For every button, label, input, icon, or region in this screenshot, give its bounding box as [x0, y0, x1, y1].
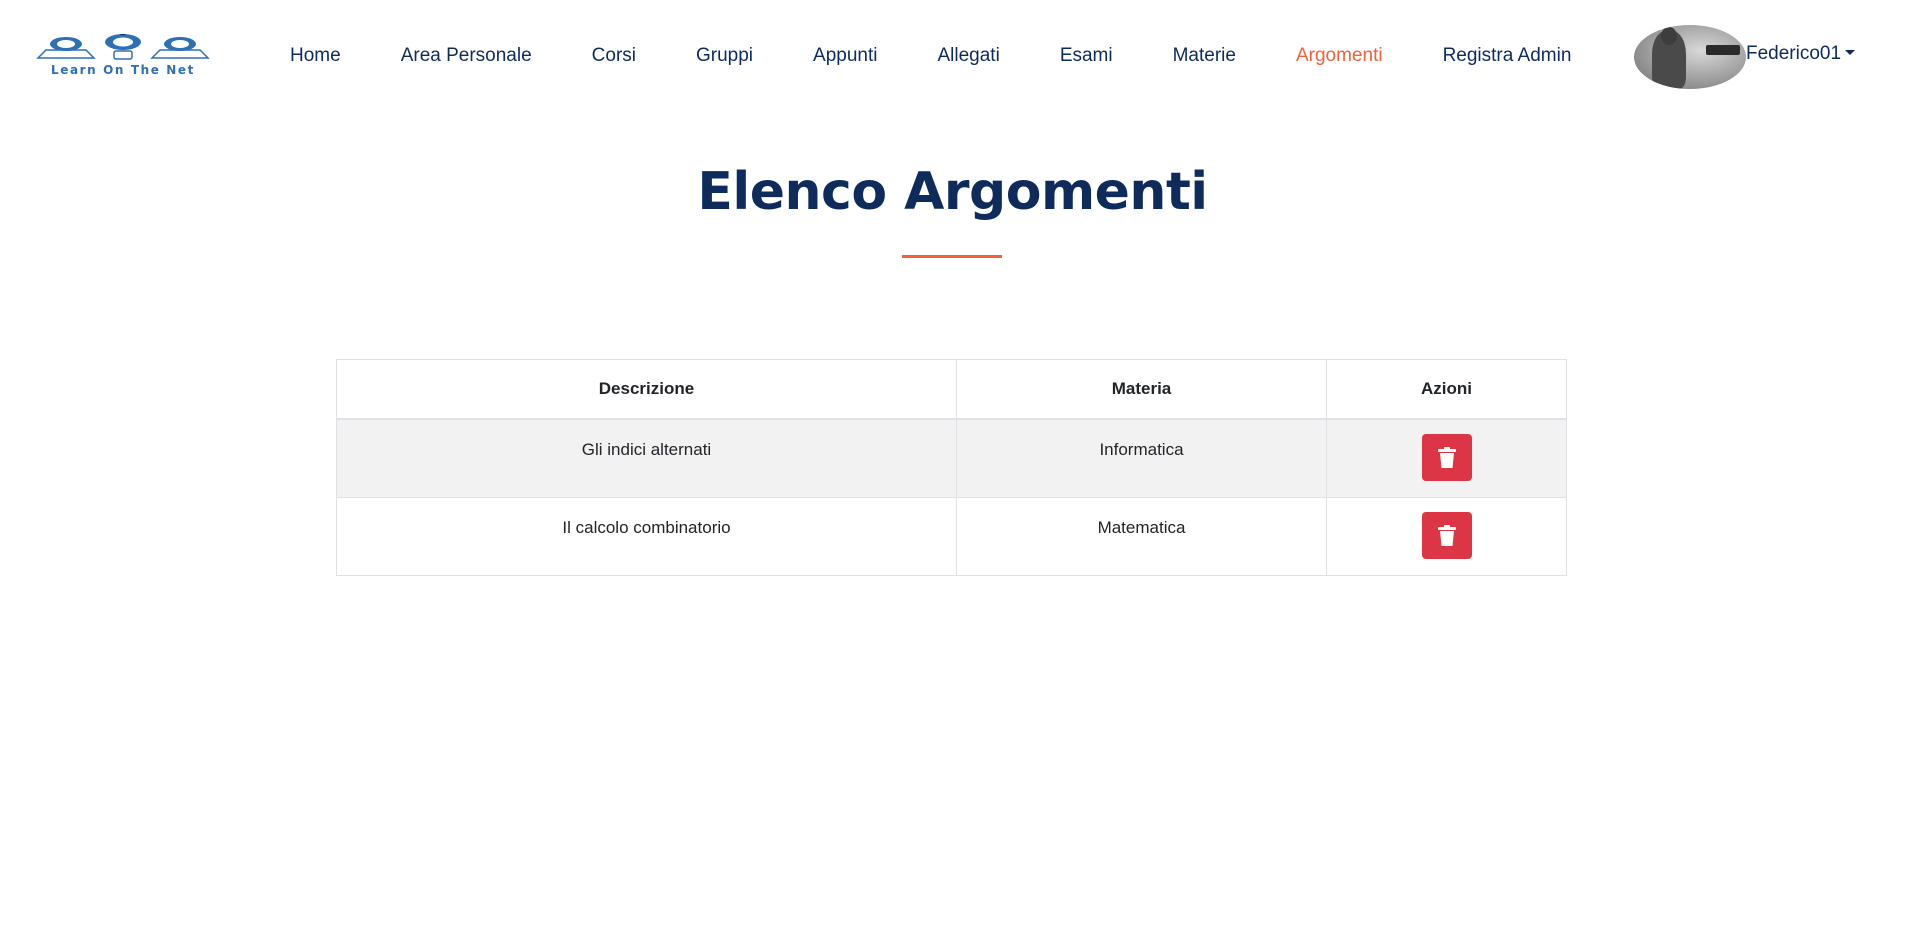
top-navbar: Learn On The Net Home Area Personale Cor…: [0, 0, 1905, 110]
page-title: Elenco Argomenti: [697, 162, 1208, 222]
table-row: Il calcolo combinatorio Matematica: [336, 496, 1567, 576]
delete-button[interactable]: [1421, 434, 1472, 481]
trash-icon: [1437, 447, 1456, 468]
nav-item-registra-admin[interactable]: Registra Admin: [1443, 45, 1572, 67]
cell-materia: Informatica: [956, 418, 1327, 498]
main-nav: Home Area Personale Corsi Gruppi Appunti…: [290, 42, 1631, 70]
title-divider: [902, 255, 1002, 258]
column-header-materia: Materia: [956, 359, 1327, 420]
nav-item-area-personale[interactable]: Area Personale: [401, 45, 532, 67]
cell-descrizione: Gli indici alternati: [336, 418, 957, 498]
cell-materia: Matematica: [956, 496, 1327, 576]
topics-table: Descrizione Materia Azioni Gli indici al…: [336, 359, 1567, 576]
cell-azioni: [1326, 418, 1567, 498]
trash-icon: [1437, 524, 1456, 546]
nav-item-argomenti[interactable]: Argomenti: [1296, 45, 1383, 67]
table-row: Gli indici alternati Informatica: [336, 418, 1567, 498]
logo-text: Learn On The Net: [50, 63, 195, 77]
column-header-azioni: Azioni: [1326, 359, 1567, 420]
user-menu-toggle[interactable]: Federico01: [1746, 43, 1856, 65]
nav-item-home[interactable]: Home: [290, 45, 341, 67]
nav-item-corsi[interactable]: Corsi: [592, 45, 636, 67]
topics-table-container: Descrizione Materia Azioni Gli indici al…: [336, 359, 1567, 576]
nav-item-esami[interactable]: Esami: [1060, 45, 1113, 67]
cell-azioni: [1326, 496, 1567, 576]
nav-item-gruppi[interactable]: Gruppi: [696, 45, 753, 67]
caret-down-icon: [1845, 50, 1856, 55]
column-header-descrizione: Descrizione: [336, 359, 957, 420]
logo-graphic: [36, 34, 210, 60]
nav-item-allegati[interactable]: Allegati: [937, 45, 999, 67]
site-logo[interactable]: Learn On The Net: [28, 34, 218, 78]
table-header-row: Descrizione Materia Azioni: [336, 359, 1567, 420]
nav-item-materie[interactable]: Materie: [1173, 45, 1236, 67]
username-label: Federico01: [1746, 43, 1842, 64]
avatar[interactable]: [1634, 25, 1746, 89]
nav-item-appunti[interactable]: Appunti: [813, 45, 877, 67]
cell-descrizione: Il calcolo combinatorio: [336, 496, 957, 576]
delete-button[interactable]: [1421, 511, 1472, 559]
user-menu[interactable]: Federico01: [1634, 25, 1874, 89]
